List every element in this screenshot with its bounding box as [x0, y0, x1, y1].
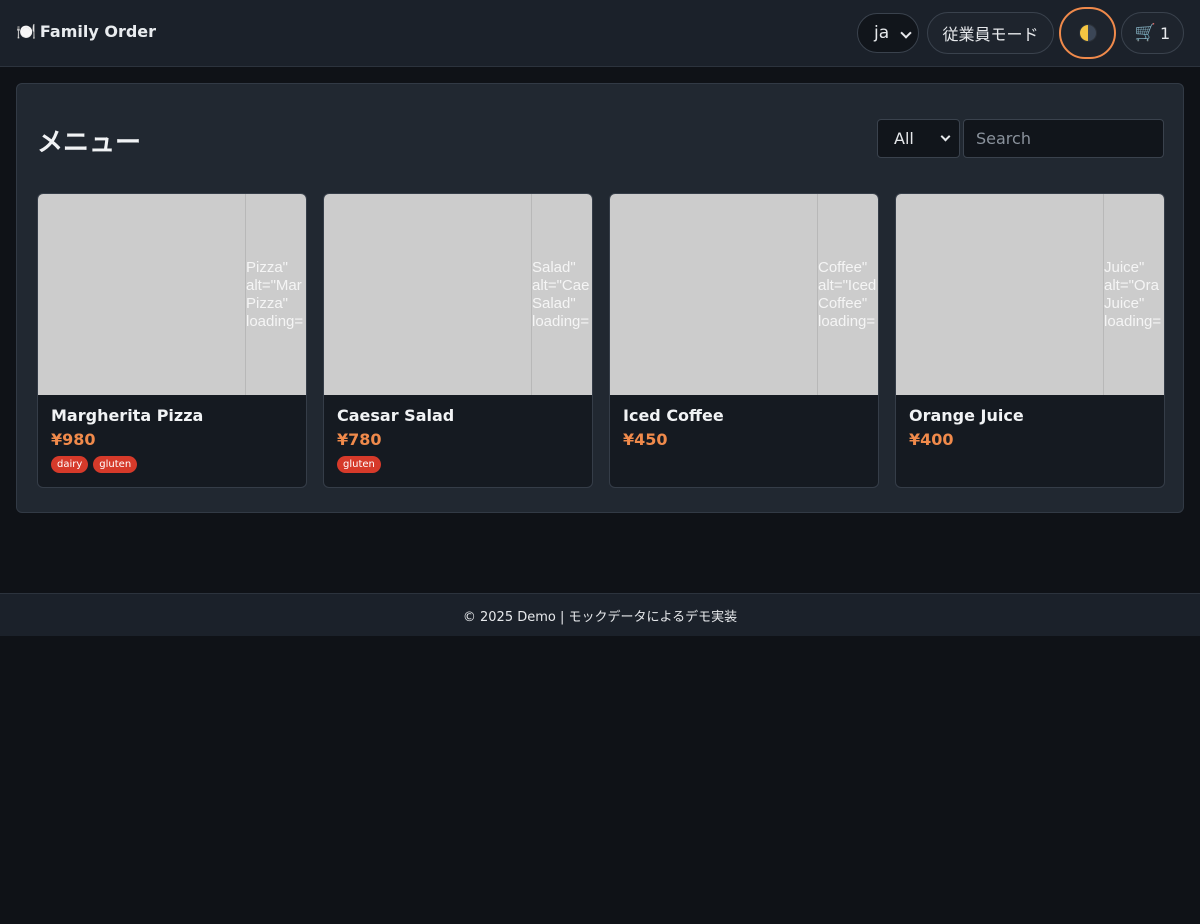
footer-text: © 2025 Demo | モックデータによるデモ実装 — [462, 609, 738, 625]
broken-image-alt-text: Salad" alt="Cae Salad" loading= — [532, 259, 590, 330]
search-input[interactable] — [963, 119, 1164, 158]
menu-item-name: Caesar Salad — [337, 406, 455, 425]
menu-item-image[interactable]: Coffee" alt="Iced Coffee" loading= — [610, 194, 878, 395]
broken-image-alt-text: Coffee" alt="Iced Coffee" loading= — [818, 259, 877, 330]
brand-name: Family Order — [39, 22, 157, 41]
menu-panel: メニュー All Pizza" alt="Mar Pizza" loading=… — [16, 83, 1184, 513]
category-filter-select[interactable]: All — [877, 119, 960, 158]
chevron-down-icon — [940, 131, 951, 142]
menu-item-image[interactable]: Juice" alt="Ora Juice" loading= — [896, 194, 1164, 395]
menu-item-price: ¥400 — [909, 430, 954, 449]
menu-item-image[interactable]: Salad" alt="Cae Salad" loading= — [324, 194, 592, 395]
plate-icon: 🍽️ — [16, 22, 36, 41]
page-title: メニュー — [37, 128, 142, 158]
cart-button[interactable]: 🛒 1 — [1121, 12, 1184, 54]
menu-item-card[interactable]: Salad" alt="Cae Salad" loading= Caesar S… — [323, 193, 593, 488]
language-value: ja — [874, 23, 890, 43]
allergen-tags: dairy gluten — [51, 456, 138, 473]
allergen-tag: gluten — [337, 456, 381, 473]
menu-item-price: ¥450 — [623, 430, 668, 449]
menu-item-card[interactable]: Coffee" alt="Iced Coffee" loading= Iced … — [609, 193, 879, 488]
menu-item-price: ¥780 — [337, 430, 382, 449]
cart-icon: 🛒 — [1134, 23, 1156, 43]
top-navigation-bar: 🍽️ Family Order ja 従業員モード 🛒 1 — [0, 0, 1200, 67]
allergen-tag: dairy — [51, 456, 89, 473]
menu-item-card[interactable]: Pizza" alt="Mar Pizza" loading= Margheri… — [37, 193, 307, 488]
menu-item-price: ¥980 — [51, 430, 96, 449]
menu-item-card[interactable]: Juice" alt="Ora Juice" loading= Orange J… — [895, 193, 1165, 488]
broken-image-alt-text: Pizza" alt="Mar Pizza" loading= — [246, 259, 304, 330]
staff-mode-button[interactable]: 従業員モード — [927, 12, 1054, 54]
footer: © 2025 Demo | モックデータによるデモ実装 — [0, 593, 1200, 636]
category-filter-value: All — [894, 129, 914, 148]
cart-count: 1 — [1159, 23, 1171, 43]
menu-item-name: Iced Coffee — [623, 406, 724, 425]
language-select[interactable]: ja — [857, 13, 919, 53]
moon-icon — [1078, 24, 1097, 42]
menu-item-image[interactable]: Pizza" alt="Mar Pizza" loading= — [38, 194, 306, 395]
menu-item-name: Margherita Pizza — [51, 406, 204, 425]
menu-item-name: Orange Juice — [909, 406, 1024, 425]
brand-logo[interactable]: 🍽️ Family Order — [16, 22, 156, 41]
allergen-tag: gluten — [93, 456, 138, 473]
broken-image-alt-text: Juice" alt="Ora Juice" loading= — [1104, 259, 1162, 330]
allergen-tags: gluten — [337, 456, 381, 473]
theme-toggle-button[interactable] — [1059, 7, 1116, 59]
chevron-down-icon — [900, 27, 912, 39]
